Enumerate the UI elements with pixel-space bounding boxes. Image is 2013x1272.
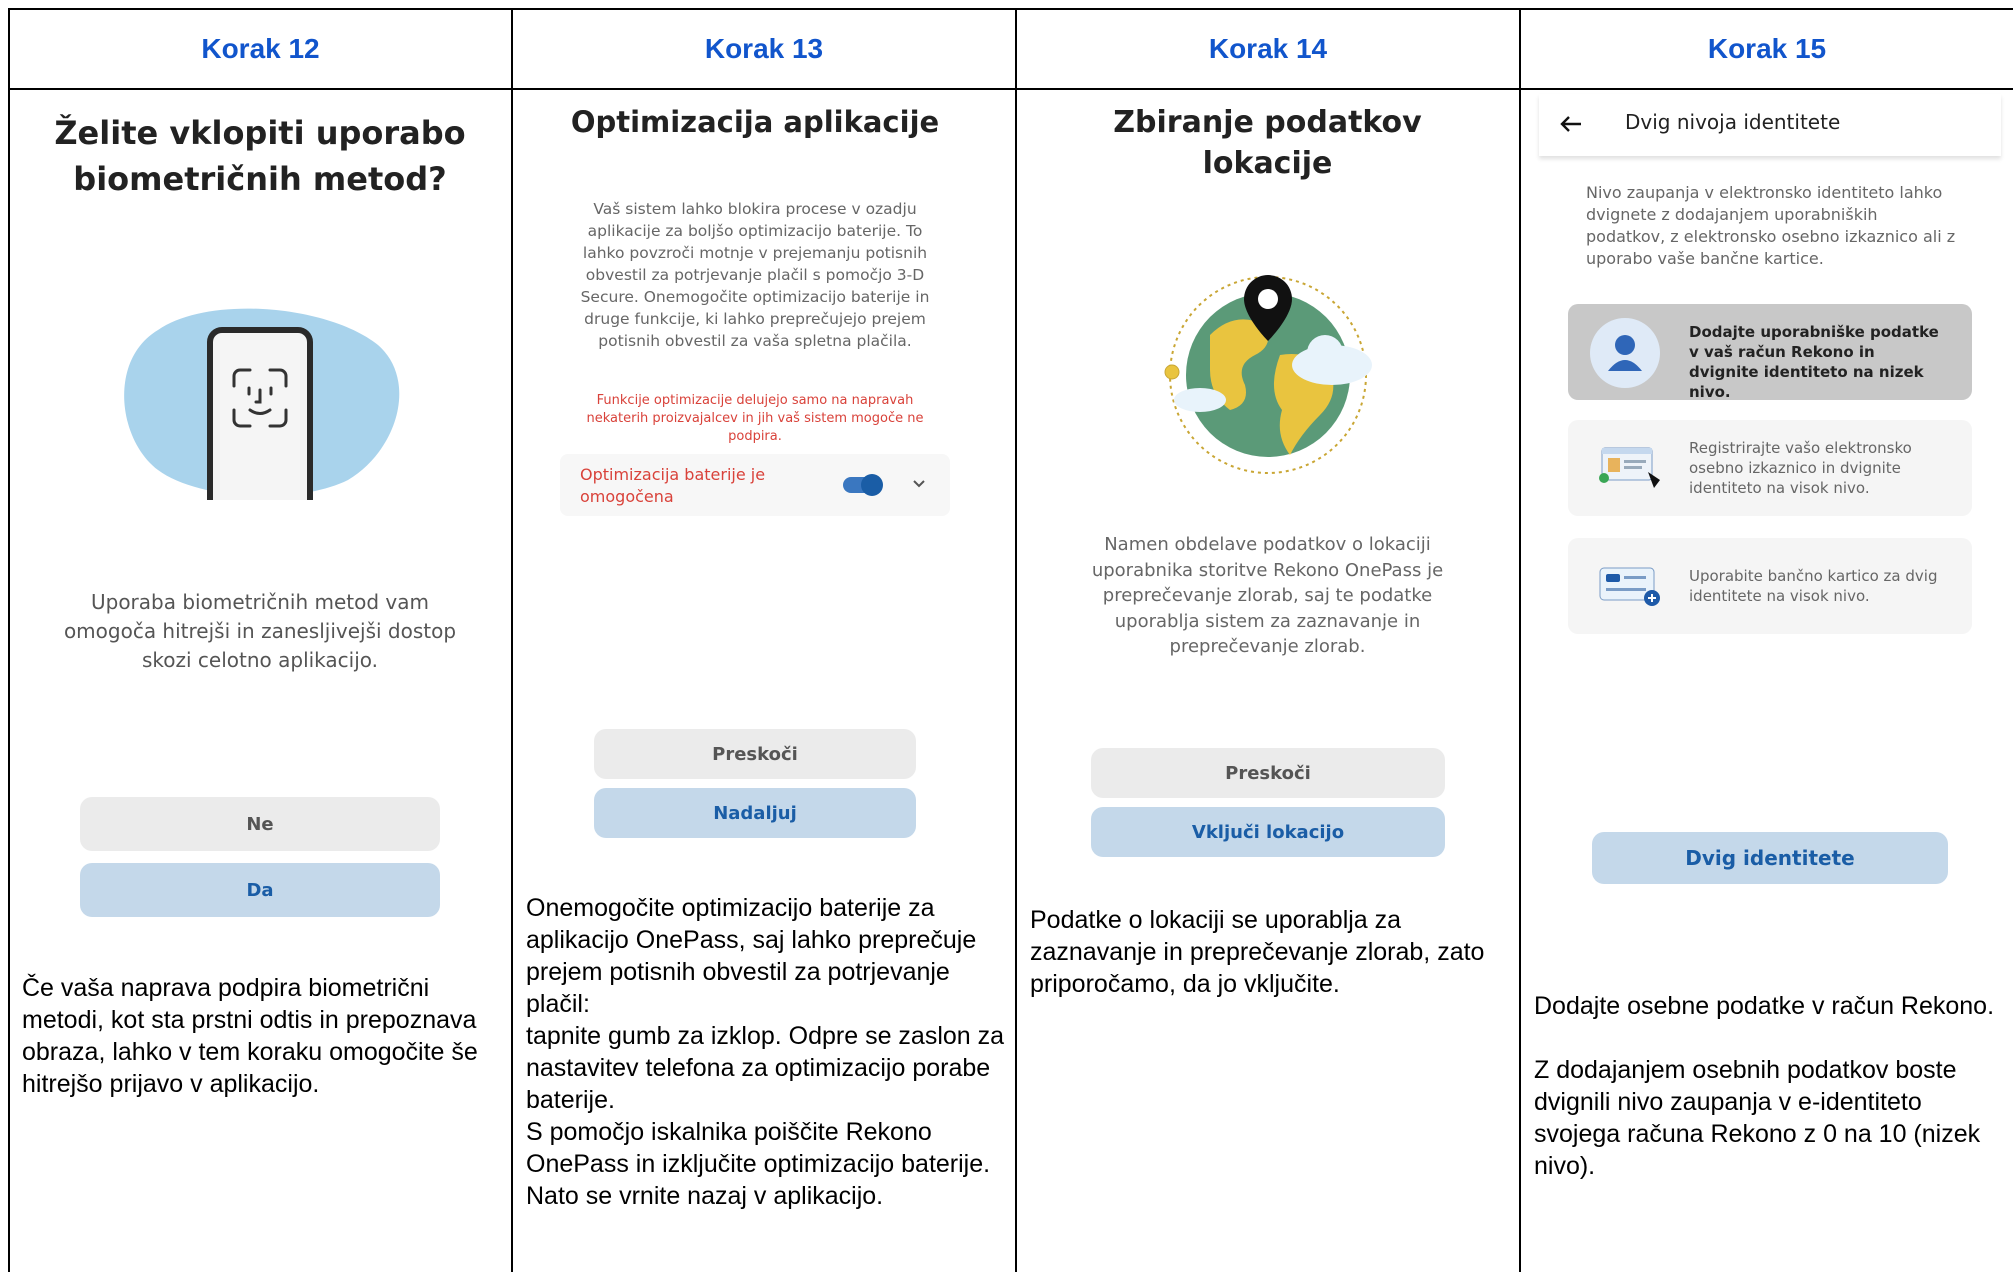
chevron-down-icon[interactable] [912, 479, 926, 489]
step13-note-line: tapnite gumb za izklop. Odpre se zaslon … [526, 1022, 1005, 1114]
no-button[interactable]: Ne [80, 797, 440, 851]
option-register-id-card[interactable]: Registrirajte vašo elektronsko osebno iz… [1568, 420, 1972, 516]
column-divider [1519, 8, 1521, 1272]
location-description: Namen obdelave podatkov o lokaciji upora… [1091, 534, 1444, 657]
bank-card-icon [1599, 567, 1660, 606]
table-header-divider [8, 88, 2013, 90]
step13-note-line: Onemogočite optimizacijo baterije za apl… [526, 894, 977, 1018]
step-header-13: Korak 13 [704, 33, 824, 64]
id-card-icon [1599, 447, 1660, 488]
option-bank-card[interactable]: Uporabite bančno kartico za dvig identit… [1568, 538, 1972, 634]
step14-note: Podatke o lokaciji se uporablja za zazna… [1030, 906, 1485, 998]
optimization-description: Vaš sistem lahko blokira procese v ozadj… [580, 200, 930, 350]
option-add-user-data-text: Dodajte uporabniške podatke v vaš račun … [1689, 323, 1939, 401]
step13-note: Onemogočite optimizacijo baterije za apl… [526, 892, 1006, 1212]
option-bank-card-text: Uporabite bančno kartico za dvig identit… [1689, 567, 1938, 605]
battery-optimization-toggle[interactable] [843, 474, 883, 496]
skip-button[interactable]: Preskoči [594, 729, 916, 779]
optimization-warning: Funkcije optimizacije delujejo samo na n… [586, 393, 924, 444]
step15-note: Dodajte osebne podatke v račun Rekono. Z… [1534, 990, 2004, 1182]
battery-optimization-label: Optimizacija baterije je omogočena [580, 465, 766, 506]
app-bar-title: Dvig nivoja identitete [1625, 110, 1841, 134]
column-divider [1015, 8, 1017, 1272]
step15-note-paragraph: Dodajte osebne podatke v račun Rekono. [1534, 992, 1995, 1020]
step-header-14: Korak 14 [1208, 33, 1328, 64]
step-header-12: Korak 12 [201, 33, 320, 64]
instructions-table: Korak 12 Korak 13 Korak 14 Korak 15 Želi… [0, 0, 2013, 1272]
face-id-icon [124, 308, 400, 518]
battery-optimization-row[interactable]: Optimizacija baterije je omogočena [560, 454, 950, 516]
step15-note-paragraph: Z dodajanjem osebnih podatkov boste dvig… [1534, 1056, 1981, 1180]
app-bar: Dvig nivoja identitete [1539, 94, 2001, 156]
raise-identity-button[interactable]: Dvig identitete [1592, 832, 1948, 884]
face-id-illustration [118, 300, 403, 518]
continue-button[interactable]: Nadaljuj [594, 788, 916, 838]
table-border-left [8, 8, 10, 1272]
option-register-id-card-text: Registrirajte vašo elektronsko osebno iz… [1689, 439, 1912, 497]
back-arrow-icon[interactable] [1559, 114, 1583, 134]
step13-note-line: S pomočjo iskalnika poiščite Rekono OneP… [526, 1118, 991, 1210]
biometrics-description: Uporaba biometričnih metod vam omogoča h… [63, 590, 457, 672]
location-title: Zbiranje podatkov lokacije [1113, 105, 1422, 181]
yes-button[interactable]: Da [80, 863, 440, 917]
toggle-knob [861, 474, 883, 496]
step-header-15: Korak 15 [1707, 33, 1827, 64]
location-globe-icon [1164, 275, 1372, 474]
identity-intro: Nivo zaupanja v elektronsko identiteto l… [1586, 183, 1956, 268]
optimization-title: Optimizacija aplikacije [570, 105, 940, 139]
column-divider [511, 8, 513, 1272]
biometrics-title: Želite vklopiti uporabo biometričnih met… [54, 114, 466, 198]
globe-illustration [1160, 265, 1380, 475]
skip-button[interactable]: Preskoči [1091, 748, 1445, 798]
step12-note: Če vaša naprava podpira biometrični meto… [22, 974, 478, 1098]
option-add-user-data[interactable]: Dodajte uporabniške podatke v vaš račun … [1568, 304, 1972, 401]
enable-location-button[interactable]: Vključi lokacijo [1091, 807, 1445, 857]
user-icon [1590, 318, 1660, 388]
paragraph-spacer [1534, 1022, 2004, 1054]
